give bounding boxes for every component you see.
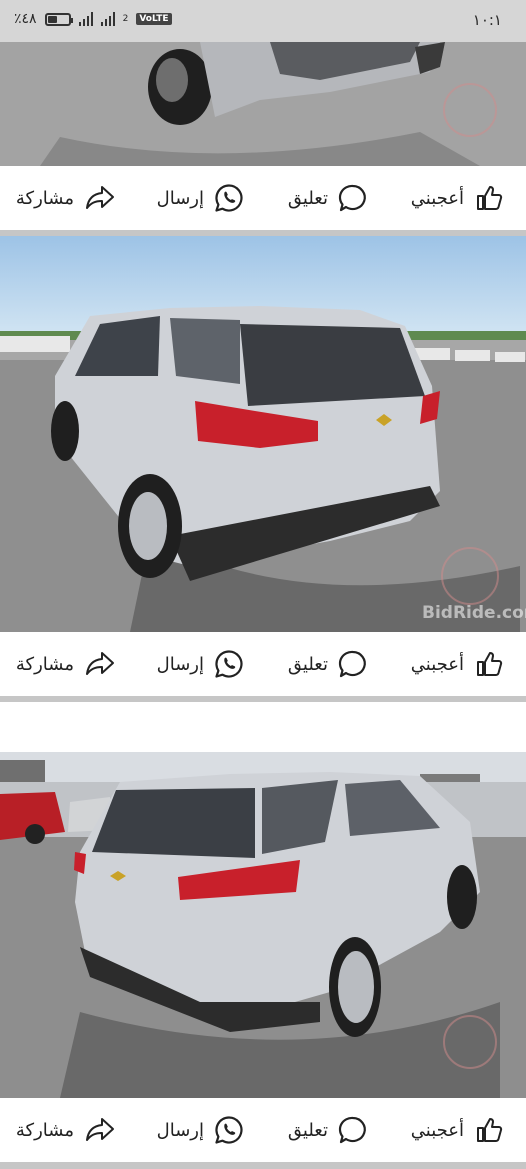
post-divider xyxy=(0,1162,526,1169)
speech-bubble-icon xyxy=(338,650,366,678)
whatsapp-send-button[interactable]: إرسال xyxy=(157,1098,244,1162)
post-action-bar: أعجبني تعليق إرسال مشاركة xyxy=(0,166,526,230)
post-action-bar: أعجبني تعليق إرسال مشاركة xyxy=(0,632,526,696)
share-arrow-icon xyxy=(86,652,114,675)
like-label: أعجبني xyxy=(410,1119,464,1141)
whatsapp-send-button[interactable]: إرسال xyxy=(157,632,244,696)
battery-percent: ٪٤٨ xyxy=(14,11,37,27)
comment-button[interactable]: تعليق xyxy=(288,166,368,230)
share-label: مشاركة xyxy=(15,187,74,209)
whatsapp-icon xyxy=(215,650,243,678)
like-button[interactable]: أعجبني xyxy=(411,166,504,230)
share-label: مشاركة xyxy=(15,653,74,675)
share-button[interactable]: مشاركة xyxy=(16,166,116,230)
share-button[interactable]: مشاركة xyxy=(16,632,116,696)
send-label: إرسال xyxy=(156,653,204,675)
comment-button[interactable]: تعليق xyxy=(288,632,368,696)
whatsapp-icon xyxy=(215,1116,243,1144)
sim-label: 2 xyxy=(122,14,129,24)
share-label: مشاركة xyxy=(15,1119,74,1141)
signal-icon xyxy=(78,12,93,26)
status-bar: ٪٤٨ 2 VoLTE ١٠:١ xyxy=(0,0,526,42)
post-photo[interactable] xyxy=(0,702,526,1098)
clock: ١٠:١ xyxy=(472,11,502,29)
comment-label: تعليق xyxy=(287,653,328,675)
comment-label: تعليق xyxy=(287,187,328,209)
post-photo[interactable] xyxy=(0,42,526,166)
like-button[interactable]: أعجبني xyxy=(411,1098,504,1162)
volte-badge: VoLTE xyxy=(136,13,172,25)
watermark-text: BidRide.com xyxy=(422,603,526,623)
share-arrow-icon xyxy=(86,1118,114,1141)
comment-button[interactable]: تعليق xyxy=(288,1098,368,1162)
share-arrow-icon xyxy=(86,186,114,209)
thumbs-up-icon xyxy=(477,186,503,210)
whatsapp-icon xyxy=(215,184,243,212)
speech-bubble-icon xyxy=(338,1116,366,1144)
post-action-bar: أعجبني تعليق إرسال مشاركة xyxy=(0,1098,526,1162)
status-indicators: ٪٤٨ 2 VoLTE xyxy=(14,11,172,27)
send-label: إرسال xyxy=(156,187,204,209)
whatsapp-send-button[interactable]: إرسال xyxy=(157,166,244,230)
like-label: أعجبني xyxy=(410,653,464,675)
post-photo[interactable]: BidRide.com xyxy=(0,236,526,632)
like-button[interactable]: أعجبني xyxy=(411,632,504,696)
signal-sim2-icon xyxy=(100,12,115,26)
speech-bubble-icon xyxy=(338,184,366,212)
thumbs-up-icon xyxy=(477,1118,503,1142)
thumbs-up-icon xyxy=(477,652,503,676)
like-label: أعجبني xyxy=(410,187,464,209)
battery-icon xyxy=(44,12,73,26)
comment-label: تعليق xyxy=(287,1119,328,1141)
share-button[interactable]: مشاركة xyxy=(16,1098,116,1162)
send-label: إرسال xyxy=(156,1119,204,1141)
